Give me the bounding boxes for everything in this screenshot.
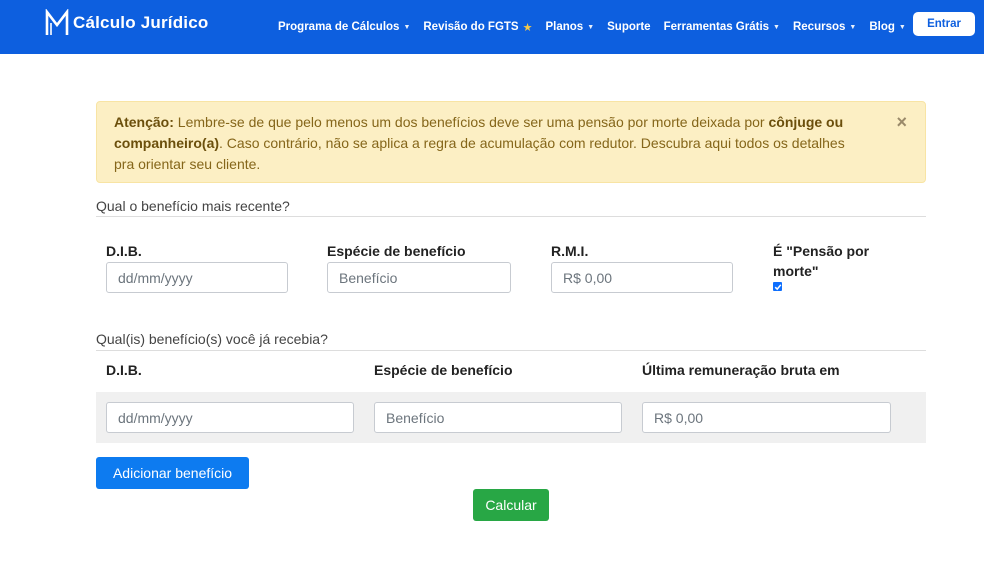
previous-especie-input[interactable]: Benefício	[374, 402, 622, 433]
previous-remuneracao-header: Última remuneração bruta em	[642, 362, 840, 378]
nav-item-recursos[interactable]: Recursos ▼	[793, 21, 856, 33]
nav-item-programa-de-calculos[interactable]: Programa de Cálculos ▼	[278, 21, 410, 33]
recent-dib-label: D.I.B.	[106, 243, 142, 259]
previous-especie-header: Espécie de benefício	[374, 362, 513, 378]
caret-down-icon: ▼	[773, 23, 780, 31]
nav-menu: Programa de Cálculos ▼ Revisão do FGTS ★…	[278, 0, 935, 54]
caret-down-icon: ▼	[849, 23, 857, 31]
brand-name: Cálculo Jurídico	[73, 13, 209, 32]
recent-rmi-label: R.M.I.	[551, 243, 589, 259]
checkmark-icon	[774, 283, 781, 290]
top-navbar: Cálculo Jurídico Programa de Cálculos ▼ …	[0, 0, 984, 54]
alert-text: Lembre-se de que pelo menos um dos benef…	[173, 114, 769, 130]
recent-especie-label: Espécie de benefício	[327, 243, 466, 259]
warning-alert: Atenção: Lembre-se de que pelo menos um …	[96, 101, 926, 183]
add-benefit-button[interactable]: Adicionar benefício	[96, 457, 249, 489]
previous-benefits-title: Qual(is) benefício(s) você já recebia?	[96, 331, 328, 347]
cj-logo-icon	[45, 9, 69, 35]
nav-item-label: Programa de Cálculos	[278, 21, 400, 33]
nav-item-ferramentas-gratis[interactable]: Ferramentas Grátis ▼	[664, 21, 780, 33]
nav-item-label: Ferramentas Grátis	[663, 21, 770, 33]
previous-remuneracao-input[interactable]: R$ 0,00	[642, 402, 891, 433]
nav-item-label: Suporte	[607, 21, 651, 33]
nav-item-label: Revisão do FGTS	[423, 21, 519, 33]
nav-item-planos[interactable]: Planos ▼	[545, 21, 594, 33]
nav-item-label: Blog	[869, 21, 895, 33]
nav-item-revisao-fgts[interactable]: Revisão do FGTS ★	[423, 21, 532, 34]
recent-rmi-input[interactable]: R$ 0,00	[551, 262, 733, 293]
close-icon[interactable]: ×	[896, 112, 907, 133]
divider	[96, 350, 926, 351]
recent-benefit-title: Qual o benefício mais recente?	[96, 198, 290, 214]
login-button[interactable]: Entrar	[913, 12, 975, 36]
nav-item-label: Planos	[545, 21, 584, 33]
nav-item-suporte[interactable]: Suporte	[607, 21, 650, 33]
previous-dib-header: D.I.B.	[106, 362, 142, 378]
pensao-por-morte-label: É "Pensão por morte"	[773, 241, 869, 281]
nav-item-label: Recursos	[792, 21, 846, 33]
caret-down-icon: ▼	[403, 23, 411, 31]
previous-dib-input[interactable]: dd/mm/yyyy	[106, 402, 354, 433]
pensao-por-morte-checkbox[interactable]	[773, 282, 782, 291]
calculate-button[interactable]: Calcular	[473, 489, 549, 521]
brand-link[interactable]: Cálculo Jurídico	[45, 9, 208, 37]
alert-text-link[interactable]: . Caso contrário, não se aplica a regra …	[114, 135, 845, 172]
pensao-label-line1: É "Pensão por	[773, 243, 870, 259]
nav-item-blog[interactable]: Blog ▼	[869, 21, 906, 33]
pensao-label-line2: morte"	[773, 263, 819, 279]
caret-down-icon: ▼	[898, 23, 906, 31]
caret-down-icon: ▼	[587, 23, 595, 31]
star-icon: ★	[522, 21, 533, 34]
alert-strong-label: Atenção:	[114, 114, 174, 130]
recent-especie-input[interactable]: Benefício	[327, 262, 511, 293]
recent-dib-input[interactable]: dd/mm/yyyy	[106, 262, 288, 293]
divider	[96, 216, 926, 217]
